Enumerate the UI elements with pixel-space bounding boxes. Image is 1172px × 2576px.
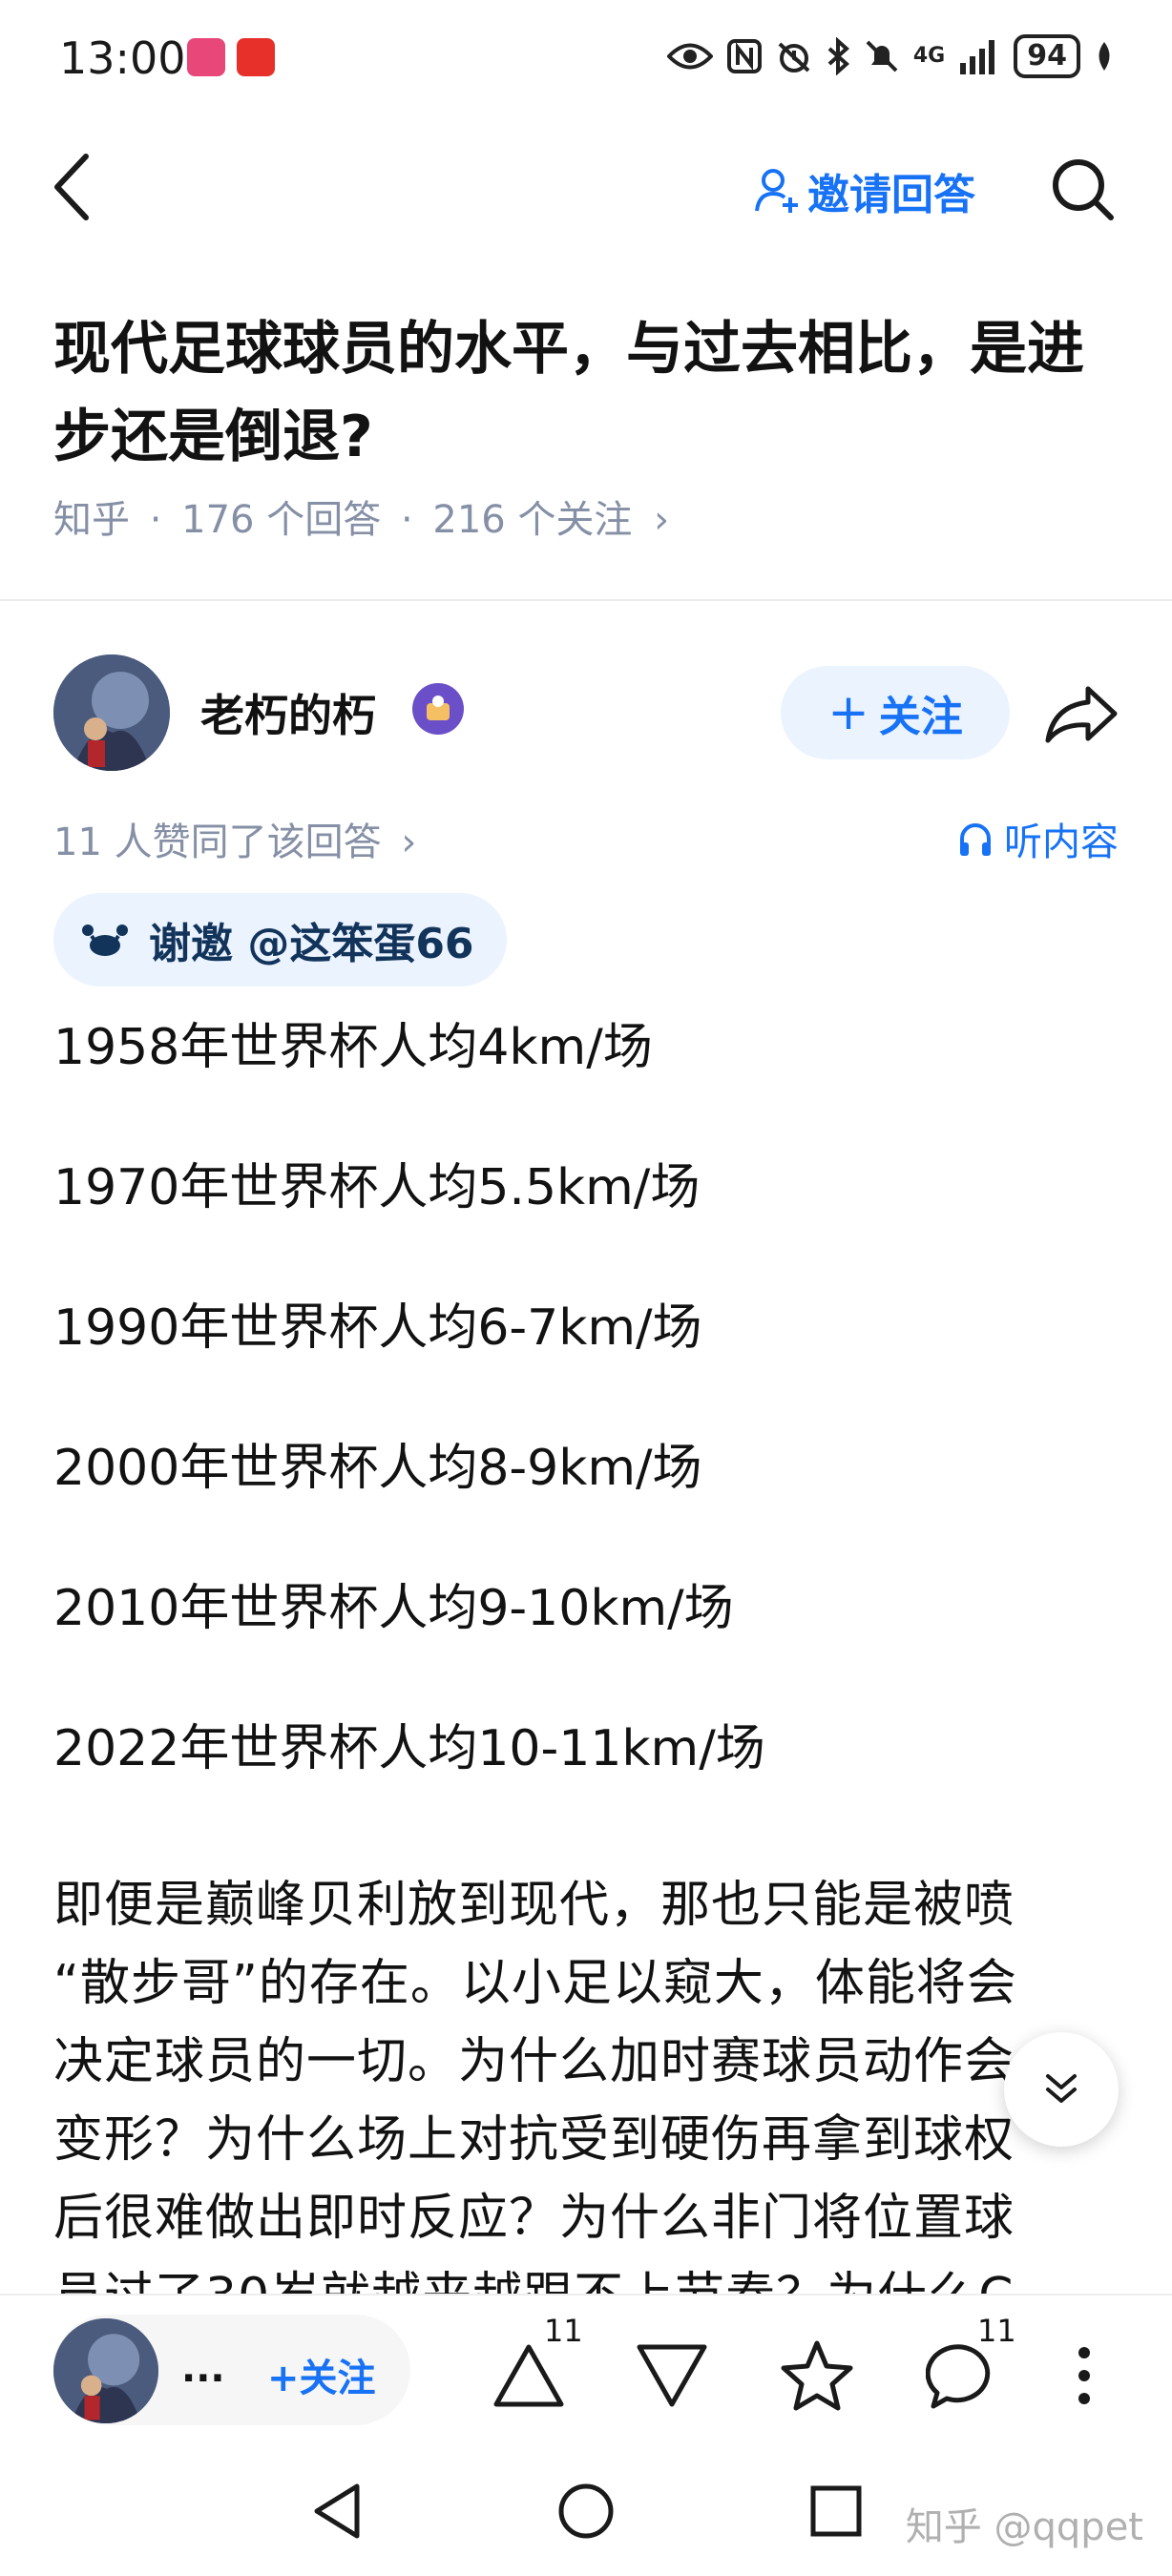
comment-bubble-icon [926,2344,991,2409]
more-vertical-icon [1078,2347,1090,2404]
paragraph-line: “散步哥”的存在。以小足以窥大，体能将会 [53,1955,1017,2012]
mute-icon [866,40,898,73]
stat-line: 1958年世界杯人均4km/场 [53,1019,653,1076]
chevron-right-icon: › [401,821,417,864]
eye-icon [666,43,713,70]
stat-line: 2000年世界杯人均8-9km/场 [53,1440,702,1497]
status-time: 13:00 [59,32,186,84]
invite-person-icon [755,169,798,213]
thanks-text: 谢邀 @这笨蛋66 [149,920,474,968]
listen-button[interactable]: 听内容 [956,811,1119,866]
avatar[interactable] [53,2318,158,2423]
nav-home-icon[interactable] [555,2481,617,2542]
triangle-up-icon [493,2344,564,2407]
paragraph-line: 即便是巅峰贝利放到现代，那也只能是被喷 [53,1877,1015,1934]
upvote-count: 11 [544,2313,583,2349]
crab-icon [82,924,128,956]
invite-label: 邀请回答 [807,171,975,219]
follow-label: 关注 [878,693,963,741]
bluetooth-icon [827,37,849,75]
double-chevron-down-icon [1046,2074,1077,2103]
app-notification-icon [187,38,225,76]
author-badge-icon [412,683,464,735]
triangle-down-icon [637,2344,707,2407]
follow-button[interactable]: + 关注 [781,666,1010,759]
star-icon [781,2340,853,2411]
author-name[interactable]: 老朽的朽 [200,681,376,744]
question-meta[interactable]: 知乎 · 176 个回答 · 216 个关注 › [53,488,669,544]
headphones-icon [960,823,991,856]
mini-follow-button[interactable]: +关注 [267,2347,376,2402]
paragraph-line: 后很难做出即时反应？为什么非门将位置球 [53,2190,1015,2247]
upvote-summary[interactable]: 11 人赞同了该回答 › [53,811,416,866]
nfc-icon [726,39,762,73]
status-icons: 4G 94 [666,34,1115,78]
answer-count: 176 个回答 [181,498,382,542]
answer-body: 1958年世界杯人均4km/场 1970年世界杯人均5.5km/场 1990年世… [53,1008,1122,2336]
nav-back-icon[interactable] [309,2481,366,2542]
network-type: 4G [912,44,946,68]
leaf-icon [1099,42,1110,71]
avatar-image [53,654,170,771]
signal-icon [960,40,995,74]
back-arrow-icon[interactable] [50,153,92,221]
divider [0,599,1172,601]
comment-count: 11 [977,2313,1016,2349]
watermark: 知乎 @qqpet [905,2505,1143,2549]
battery-icon: 94 [1014,34,1080,78]
downvote-button[interactable] [624,2328,720,2423]
paragraph-line: 决定球员的一切。为什么加时赛球员动作会 [53,2033,1015,2090]
stat-line: 2022年世界杯人均10-11km/场 [53,1720,765,1777]
avatar[interactable] [53,654,170,771]
nav-recents-icon[interactable] [807,2483,865,2540]
app-notification-icon [237,38,275,76]
favorite-button[interactable] [769,2328,865,2423]
listen-label: 听内容 [1004,821,1119,864]
question-title[interactable]: 现代足球球员的水平，与过去相比，是进步还是倒退? [53,305,1122,481]
next-answer-button[interactable] [1004,2032,1119,2147]
invite-answer-button[interactable]: 邀请回答 [754,160,975,221]
plus-icon: + [827,684,869,741]
search-icon[interactable] [1050,156,1115,221]
follow-count: 216 个关注 [432,498,633,542]
stat-line: 2010年世界杯人均9-10km/场 [53,1580,734,1637]
share-icon[interactable] [1044,683,1119,744]
thanks-invite-chip[interactable]: 谢邀 @这笨蛋66 [53,893,507,987]
paragraph-line: 变形？为什么场上对抗受到硬伤再拿到球权 [53,2111,1015,2169]
alarm-icon [778,42,810,73]
stat-line: 1990年世界杯人均6-7km/场 [53,1299,702,1357]
chevron-right-icon: › [654,498,670,542]
stat-line: 1970年世界杯人均5.5km/场 [53,1159,701,1216]
question-source: 知乎 [53,498,130,542]
avatar-image [53,2318,158,2423]
more-options-button[interactable] [1036,2328,1132,2423]
author-name-truncated: ... [181,2347,225,2391]
